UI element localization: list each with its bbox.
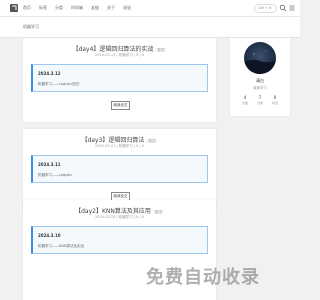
nav-item-tags[interactable]: 标签: [39, 5, 47, 11]
post-title-row: 【day2】KNN算法及其应用 置顶: [23, 206, 216, 215]
stat-label: 分类: [256, 101, 263, 105]
nav-item-talk[interactable]: 说说: [123, 5, 131, 11]
post-meta: 2024-03-11 | 机器学习 | 0 | 0: [94, 144, 144, 148]
nav-item-home[interactable]: 首页: [23, 5, 31, 11]
menu-icon[interactable]: [289, 5, 295, 11]
post-title[interactable]: 【day3】逻辑回归算法: [82, 137, 145, 144]
excerpt-date: 2024.3.12: [38, 71, 61, 76]
post-excerpt: 2024.3.12 机器学习——Logistic回归: [31, 64, 208, 92]
stat-value: 4: [243, 95, 247, 100]
post-card: 【day4】逻辑回归算法的实战 置顶 2024-03-13 | 机器学习 | 0 …: [23, 38, 216, 122]
read-more-button[interactable]: 阅读全文: [111, 101, 130, 110]
search-icon[interactable]: [279, 4, 287, 12]
watermark-text: 免费自动收录: [146, 267, 260, 288]
stat-articles[interactable]: 4 文章: [238, 95, 252, 105]
post-title[interactable]: 【day2】KNN算法及其应用: [75, 208, 151, 215]
avatar[interactable]: [244, 42, 276, 74]
post-excerpt: 2024.3.10 机器学习——KNN算法及实战: [31, 226, 208, 254]
nav-item-about[interactable]: 关于: [107, 5, 115, 11]
nav-item-timeline[interactable]: 时间轴: [71, 5, 83, 11]
author-card: 清白 清被学习 4 文章 7 分类 0 标签: [230, 38, 290, 116]
site-logo-icon[interactable]: [9, 3, 19, 13]
pin-badge: 置顶: [152, 210, 164, 214]
excerpt-text: 机器学习——Logistic: [38, 173, 73, 177]
search-box[interactable]: Ctrl + K: [254, 4, 277, 13]
avatar-image-icon: [244, 42, 276, 74]
stat-categories[interactable]: 7 分类: [253, 95, 267, 105]
post-title-row: 【day4】逻辑回归算法的实战 置顶: [23, 44, 216, 53]
stat-tags[interactable]: 0 标签: [268, 95, 282, 105]
post-excerpt: 2024.3.11 机器学习——Logistic: [31, 155, 208, 183]
post-title[interactable]: 【day4】逻辑回归算法的实战: [73, 46, 154, 53]
stat-label: 文章: [241, 101, 248, 105]
stat-value: 7: [258, 95, 262, 100]
post-meta: 2024-03-10 | 机器学习 | 0 | 0: [94, 215, 144, 219]
nav-item-categories[interactable]: 分类: [55, 5, 63, 11]
nav-item-friends[interactable]: 友链: [91, 5, 99, 11]
pin-badge: 置顶: [155, 48, 167, 52]
excerpt-date: 2024.3.11: [38, 162, 61, 167]
top-navbar: 首页 标签 分类 时间轴 友链 关于 说说 Ctrl + K: [0, 0, 300, 17]
breadcrumb-bar: 机器学习: [0, 17, 300, 38]
author-subtitle: 清被学习: [253, 86, 267, 90]
breadcrumb: 机器学习: [23, 24, 39, 29]
pin-badge: 置顶: [146, 139, 158, 143]
post-meta: 2024-03-13 | 机器学习 | 0 | 0: [94, 53, 144, 57]
post-title-row: 【day3】逻辑回归算法 置顶: [23, 135, 216, 144]
stat-label: 标签: [271, 101, 278, 105]
author-name: 清白: [256, 78, 264, 83]
excerpt-text: 机器学习——Logistic回归: [38, 82, 80, 86]
excerpt-text: 机器学习——KNN算法及实战: [38, 244, 85, 248]
author-stats: 4 文章 7 分类 0 标签: [238, 95, 282, 105]
excerpt-date: 2024.3.10: [38, 233, 61, 238]
main-nav: 首页 标签 分类 时间轴 友链 关于 说说: [23, 5, 139, 11]
stat-value: 0: [273, 95, 277, 100]
